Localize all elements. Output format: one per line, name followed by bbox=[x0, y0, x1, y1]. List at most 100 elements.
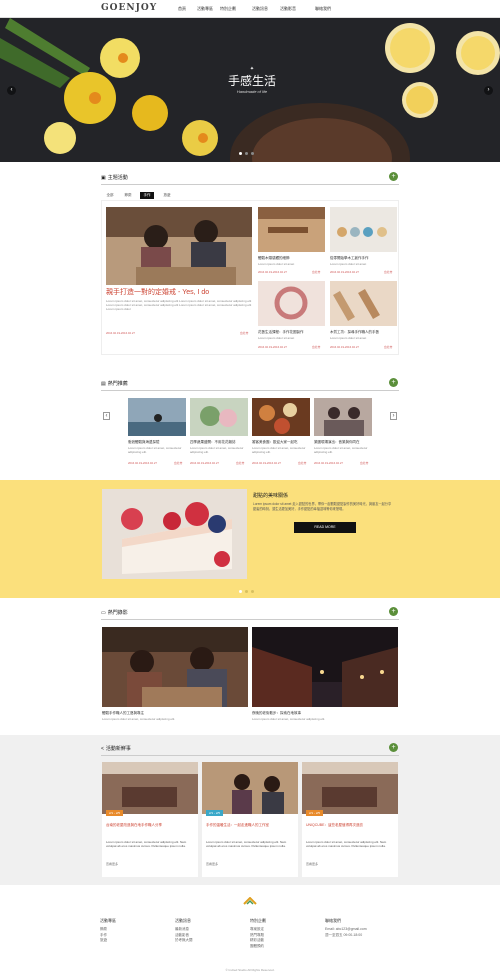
tab-handmade[interactable]: 手作 bbox=[140, 192, 154, 199]
nav-item-video[interactable]: 活動影音 bbox=[280, 6, 296, 12]
tab-festival[interactable]: 節慶 bbox=[121, 192, 135, 199]
footer-link[interactable]: 專案設定 bbox=[250, 927, 266, 933]
popular-item-location: 台北市 bbox=[298, 461, 307, 465]
promo-dot[interactable] bbox=[245, 590, 248, 593]
popular-item-title[interactable]: 四季蔬果盛開：不用花花雜誌 bbox=[190, 440, 236, 445]
video-item-image[interactable] bbox=[102, 627, 248, 707]
site-logo[interactable]: GOENJOY bbox=[101, 3, 157, 13]
news-item-location: 台北市 bbox=[312, 345, 321, 349]
news-item-location: 台北市 bbox=[312, 270, 321, 274]
nav-item-events[interactable]: 活動專區 bbox=[197, 6, 213, 12]
news-item-date: 2016.02.19-2016.02.27 bbox=[258, 345, 287, 349]
video-item-title[interactable]: 夜晚的老街散步：探索在地故事 bbox=[252, 711, 301, 716]
promo-title: 甜點的美味關係 bbox=[253, 493, 289, 499]
hero-dot[interactable] bbox=[251, 152, 254, 155]
news-feature-title[interactable]: 親手打造一對的定婚戒 - Yes, I do bbox=[106, 287, 209, 297]
popular-item-desc: Lorem ipsum dolor sit amet, consectetur … bbox=[252, 446, 306, 454]
share-card[interactable]: 2/1 - 2/5 手作的溫暖生活：一起走進職人的工作室 Lorem ipsum… bbox=[202, 762, 298, 877]
promo-band bbox=[0, 480, 500, 598]
share-card[interactable]: 2/1 - 2/5 台南的老屋改造與在地手作職人分享 Lorem ipsum d… bbox=[102, 762, 198, 877]
share-card-body: Lorem ipsum dolor sit amet, consectetur … bbox=[306, 840, 387, 848]
share-card-image bbox=[102, 762, 198, 814]
footer-col-title: 活動專區 bbox=[100, 918, 116, 923]
hero-caption: ✦ 手感生活 Handmade of life bbox=[222, 66, 282, 94]
share-card-title[interactable]: UNIQCUBE：這些老屋值得再次造訪 bbox=[306, 823, 394, 828]
news-item-image[interactable] bbox=[258, 207, 325, 252]
popular-item-date: 2016.02.19-2016.02.27 bbox=[314, 461, 343, 465]
news-item-desc: Lorem ipsum dolor sit amet bbox=[330, 336, 367, 340]
footer-col-title: 聯絡我們 bbox=[325, 918, 341, 923]
promo-dot[interactable] bbox=[251, 590, 254, 593]
share-card-image bbox=[302, 762, 398, 814]
popular-item-image[interactable] bbox=[128, 398, 186, 436]
news-item-title[interactable]: 花藝生活課程：手作花圈製作 bbox=[258, 330, 304, 335]
footer-col: 特別企劃 專案設定 熱門專題 精彩活動 團體預約 bbox=[250, 918, 266, 949]
share-card-tag: 2/1 - 2/5 bbox=[106, 810, 124, 816]
hero-dot[interactable] bbox=[239, 152, 242, 155]
hero-dot[interactable] bbox=[245, 152, 248, 155]
footer-link[interactable]: 旅遊 bbox=[100, 938, 116, 944]
news-item-title[interactable]: 木質工坊：探尋手作職人的手藝 bbox=[330, 330, 379, 335]
share-card-more[interactable]: 查看更多 bbox=[206, 862, 218, 866]
share-card-tag: 2/1 - 2/5 bbox=[306, 810, 324, 816]
popular-item-date: 2016.02.19-2016.02.27 bbox=[128, 461, 157, 465]
tab-all[interactable]: 全部 bbox=[103, 192, 117, 199]
share-card-title[interactable]: 手作的溫暖生活：一起走進職人的工作室 bbox=[206, 823, 294, 828]
news-item-title[interactable]: 體驗木頭感觸的細節 bbox=[258, 256, 290, 261]
popular-item-image[interactable] bbox=[314, 398, 372, 436]
popular-item-image[interactable] bbox=[190, 398, 248, 436]
hero-subtitle: Handmade of life bbox=[236, 89, 268, 94]
news-item-location: 台北市 bbox=[384, 345, 393, 349]
nav-item-home[interactable]: 首頁 bbox=[178, 6, 186, 12]
news-item-image[interactable] bbox=[258, 281, 325, 326]
footer-link[interactable]: 週一至週五 09:00-18:00 bbox=[325, 933, 367, 939]
popular-item-date: 2016.02.19-2016.02.27 bbox=[190, 461, 219, 465]
copyright: © Invited Studio All Rights Reserved. bbox=[225, 968, 275, 972]
footer-col-title: 特別企劃 bbox=[250, 918, 266, 923]
video-item-image[interactable] bbox=[252, 627, 398, 707]
tab-travel[interactable]: 旅遊 bbox=[160, 192, 174, 199]
popular-item-title[interactable]: 樂團現場演出：音樂與你同在 bbox=[314, 440, 360, 445]
news-item-image[interactable] bbox=[330, 281, 397, 326]
nav-item-special[interactable]: 特別企劃 bbox=[220, 6, 236, 12]
promo-desc: Lorem ipsum dolor sit amet 走入甜點的世界，帶你一起體… bbox=[253, 502, 392, 511]
video-item-desc: Lorem ipsum dolor sit amet, consectetur … bbox=[252, 717, 326, 721]
share-card-title[interactable]: 台南的老屋改造與在地手作職人分享 bbox=[106, 823, 194, 828]
footer-link[interactable]: 精彩活動 bbox=[250, 938, 266, 944]
popular-item-title[interactable]: 饕客美食團：歡迎大家一起吃 bbox=[252, 440, 298, 445]
popular-next-arrow-icon[interactable]: › bbox=[390, 412, 397, 420]
share-card-body: Lorem ipsum dolor sit amet, consectetur … bbox=[206, 840, 287, 848]
popular-prev-arrow-icon[interactable]: ‹ bbox=[103, 412, 110, 420]
footer-link[interactable]: Email: abc123@gmail.com bbox=[325, 927, 367, 933]
footer-link[interactable]: 團體預約 bbox=[250, 944, 266, 950]
divider bbox=[101, 755, 399, 756]
nav-item-news[interactable]: 活動訊息 bbox=[252, 6, 268, 12]
share-more-icon[interactable]: + bbox=[389, 743, 398, 752]
calendar-icon: ▣ bbox=[101, 174, 106, 181]
promo-pager bbox=[239, 590, 254, 593]
popular-more-icon[interactable]: + bbox=[389, 378, 398, 387]
share-card-image bbox=[202, 762, 298, 814]
news-item-title[interactable]: 從零開始學木工創作手作 bbox=[330, 256, 369, 261]
news-more-icon[interactable]: + bbox=[389, 172, 398, 181]
news-item-date: 2016.02.19-2016.02.27 bbox=[258, 270, 287, 274]
share-card-more[interactable]: 查看更多 bbox=[106, 862, 118, 866]
hero-prev-arrow-icon[interactable]: ‹ bbox=[7, 86, 16, 95]
popular-item-title[interactable]: 衝浪體驗與海邊探險 bbox=[128, 440, 160, 445]
share-card-more[interactable]: 查看更多 bbox=[306, 862, 318, 866]
nav-item-contact[interactable]: 聯絡我們 bbox=[315, 6, 331, 12]
video-item-desc: Lorem ipsum dolor sit amet, consectetur … bbox=[102, 717, 176, 721]
news-feature-image[interactable] bbox=[106, 207, 252, 285]
footer-link[interactable]: 於考無大閱 bbox=[175, 938, 193, 944]
video-more-icon[interactable]: + bbox=[389, 607, 398, 616]
read-more-button[interactable]: READ MORE bbox=[294, 522, 356, 533]
share-card-body: Lorem ipsum dolor sit amet, consectetur … bbox=[106, 840, 187, 848]
promo-image[interactable] bbox=[102, 489, 247, 579]
popular-item-image[interactable] bbox=[252, 398, 310, 436]
promo-dot[interactable] bbox=[239, 590, 242, 593]
video-item-title[interactable]: 體驗手作職人的工藝與專注 bbox=[102, 711, 144, 716]
hero-next-arrow-icon[interactable]: › bbox=[484, 86, 493, 95]
news-item-image[interactable] bbox=[330, 207, 397, 252]
footer-col-title: 活動訊息 bbox=[175, 918, 191, 923]
share-card[interactable]: 2/1 - 2/5 UNIQCUBE：這些老屋值得再次造訪 Lorem ipsu… bbox=[302, 762, 398, 877]
